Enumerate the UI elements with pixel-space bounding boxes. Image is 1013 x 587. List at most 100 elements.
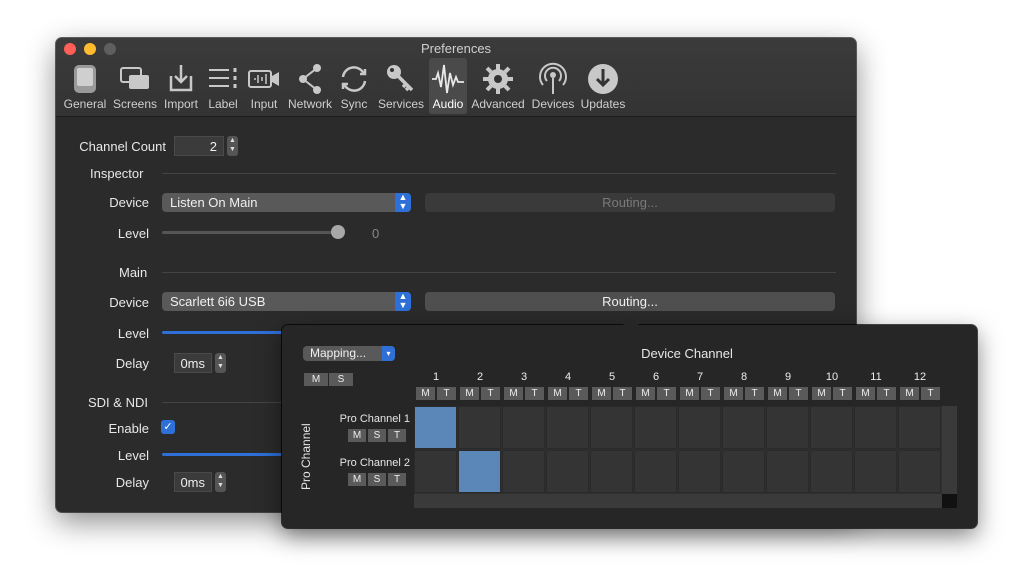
column-mute-button[interactable]: M [680,387,699,400]
toolbar-network[interactable]: Network [285,58,335,114]
routing-cell[interactable] [546,406,589,449]
routing-cell[interactable] [634,450,677,493]
channel-count-stepper[interactable]: ▲ ▼ [227,136,238,156]
column-test-button[interactable]: T [525,387,544,400]
toolbar-general[interactable]: General [62,58,108,114]
routing-cell[interactable] [766,406,809,449]
column-test-button[interactable]: T [613,387,632,400]
sdi-divider [162,402,282,403]
routing-cell[interactable] [678,406,721,449]
column-mute-button[interactable]: M [856,387,875,400]
routing-cell[interactable] [590,450,633,493]
column-mute-button[interactable]: M [592,387,611,400]
column-test-button[interactable]: T [789,387,808,400]
column-mute-button[interactable]: M [636,387,655,400]
toolbar-label: Network [287,97,332,111]
mapping-select-label: Mapping... [310,346,367,360]
sdi-delay-stepper[interactable]: ▲ ▼ [215,472,226,492]
row-test-button[interactable]: T [388,473,406,486]
column-mute-button[interactable]: M [504,387,523,400]
routing-cell[interactable] [502,450,545,493]
main-delay-stepper[interactable]: ▲ ▼ [215,353,226,373]
toolbar-label: Label [208,97,238,111]
routing-cell[interactable] [810,406,853,449]
device-channel-number: 3 [520,371,528,383]
column-mute-button[interactable]: M [900,387,919,400]
toolbar-updates[interactable]: Updates [580,58,626,114]
services-icon [387,65,414,92]
column-test-button[interactable]: T [481,387,500,400]
column-mute-button[interactable]: M [548,387,567,400]
sdi-enable-checkbox[interactable]: ✓ [161,420,175,434]
row-solo-button[interactable]: S [368,429,386,442]
routing-cell[interactable] [414,450,457,493]
inspector-level-slider[interactable] [162,231,342,234]
toolbar-devices[interactable]: Devices [530,58,576,114]
routing-cell[interactable] [634,406,677,449]
toolbar-label-tab[interactable]: Label [204,58,242,114]
sdi-level-label: Level [117,448,149,463]
column-mute-button[interactable]: M [724,387,743,400]
column-test-button[interactable]: T [921,387,940,400]
routing-cell[interactable] [590,406,633,449]
routing-cell[interactable] [722,406,765,449]
column-mute-button[interactable]: M [812,387,831,400]
routing-cell[interactable] [854,406,897,449]
inspector-level-knob[interactable] [331,225,345,239]
toolbar-audio[interactable]: Audio [429,58,467,114]
row-test-button[interactable]: T [388,429,406,442]
column-test-button[interactable]: T [745,387,764,400]
routing-cell[interactable] [458,450,501,493]
toolbar-label: Input [250,97,278,111]
routing-cell[interactable] [414,406,457,449]
routing-cell[interactable] [766,450,809,493]
global-mute-button[interactable]: M [304,373,328,386]
horizontal-scrollbar[interactable] [414,494,942,508]
toolbar-import[interactable]: Import [160,58,202,114]
column-test-button[interactable]: T [833,387,852,400]
main-delay-field[interactable]: 0ms [174,353,212,373]
toolbar-screens[interactable]: Screens [111,58,159,114]
column-test-button[interactable]: T [877,387,896,400]
routing-cell[interactable] [898,450,941,493]
toolbar-advanced[interactable]: Advanced [470,58,526,114]
routing-cell[interactable] [722,450,765,493]
column-test-button[interactable]: T [437,387,456,400]
row-solo-button[interactable]: S [368,473,386,486]
main-routing-button[interactable]: Routing... [425,292,835,311]
mapping-select[interactable]: Mapping... ▾ [303,346,395,361]
routing-cell[interactable] [458,406,501,449]
column-mute-button[interactable]: M [416,387,435,400]
main-device-select[interactable]: Scarlett 6i6 USB ▲ ▼ [162,292,411,311]
column-mute-button[interactable]: M [768,387,787,400]
screens-icon [120,67,149,89]
sdi-level-slider[interactable] [162,453,282,456]
audio-icon [432,64,464,94]
column-mute-button[interactable]: M [460,387,479,400]
channel-count-field[interactable]: 2 [174,136,224,156]
inspector-device-select[interactable]: Listen On Main ▲ ▼ [162,193,411,212]
vertical-scrollbar[interactable] [942,406,957,494]
routing-cell[interactable] [854,450,897,493]
routing-cell[interactable] [810,450,853,493]
row-mute-button[interactable]: M [348,473,366,486]
global-solo-button[interactable]: S [329,373,353,386]
main-level-slider[interactable] [162,331,282,334]
toolbar-input[interactable]: Input [245,58,283,114]
routing-cell[interactable] [502,406,545,449]
column-test-button[interactable]: T [657,387,676,400]
routing-cell[interactable] [546,450,589,493]
main-level-label: Level [117,326,149,341]
column-test-button[interactable]: T [701,387,720,400]
routing-cell[interactable] [678,450,721,493]
toolbar-label: Devices [531,97,575,111]
row-mute-button[interactable]: M [348,429,366,442]
column-test-button[interactable]: T [569,387,588,400]
toolbar-sync[interactable]: Sync [337,58,371,114]
main-divider [162,272,836,273]
toolbar-services[interactable]: Services [376,58,426,114]
routing-cell[interactable] [898,406,941,449]
inspector-routing-button[interactable]: Routing... [425,193,835,212]
sdi-delay-field[interactable]: 0ms [174,472,212,492]
main-delay-label: Delay [115,356,149,371]
